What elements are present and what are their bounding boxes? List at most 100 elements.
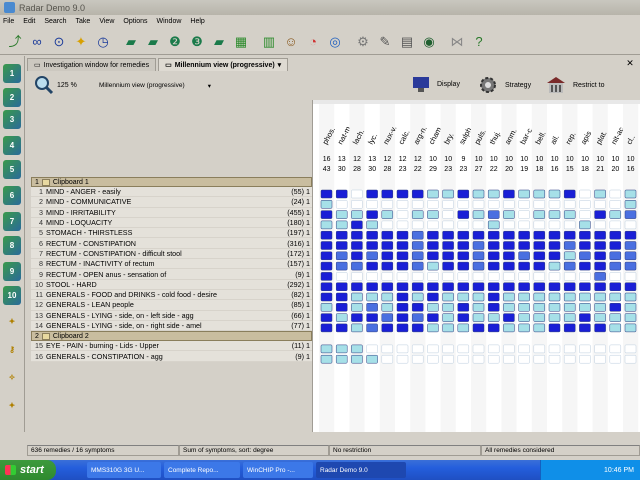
grade-cell[interactable] bbox=[427, 344, 439, 354]
grade-cell[interactable] bbox=[366, 272, 378, 281]
grade-cell[interactable] bbox=[533, 313, 546, 322]
zoom-button[interactable] bbox=[33, 74, 55, 96]
grade-cell[interactable] bbox=[427, 189, 439, 199]
grid-icon[interactable]: ▦ bbox=[232, 32, 250, 50]
grade-cell[interactable] bbox=[442, 344, 454, 354]
grade-cell[interactable] bbox=[487, 200, 500, 209]
book-3-icon[interactable]: ❸ bbox=[188, 32, 206, 50]
grade-cell[interactable] bbox=[609, 210, 622, 219]
book-2-icon[interactable]: ❷ bbox=[166, 32, 184, 50]
grade-cell[interactable] bbox=[503, 210, 515, 219]
grade-cell[interactable] bbox=[472, 344, 485, 354]
grade-cell[interactable] bbox=[503, 241, 515, 250]
grade-cell[interactable] bbox=[518, 220, 530, 230]
grade-cell[interactable] bbox=[335, 313, 348, 322]
book-icon[interactable]: ▰ bbox=[210, 32, 228, 50]
grade-cell[interactable] bbox=[396, 220, 409, 230]
grade-cell[interactable] bbox=[396, 241, 409, 250]
grade-cell[interactable] bbox=[427, 251, 439, 261]
grade-cell[interactable] bbox=[472, 323, 485, 333]
grade-cell[interactable] bbox=[533, 210, 546, 219]
grade-cell[interactable] bbox=[411, 251, 424, 261]
grade-cell[interactable] bbox=[533, 354, 546, 364]
grade-cell[interactable] bbox=[351, 354, 363, 364]
grade-cell[interactable] bbox=[594, 189, 606, 199]
grade-cell[interactable] bbox=[548, 323, 561, 333]
grade-cell[interactable] bbox=[548, 354, 561, 364]
grade-cell[interactable] bbox=[396, 282, 409, 291]
menu-options[interactable]: Options bbox=[123, 18, 147, 25]
book-6-icon[interactable]: 6 bbox=[3, 186, 21, 205]
grade-cell[interactable] bbox=[503, 323, 515, 333]
grade-cell[interactable] bbox=[427, 313, 439, 322]
grade-cell[interactable] bbox=[594, 303, 606, 312]
grade-cell[interactable] bbox=[594, 210, 606, 219]
grade-cell[interactable] bbox=[366, 251, 378, 261]
grade-cell[interactable] bbox=[411, 241, 424, 250]
grade-cell[interactable] bbox=[411, 189, 424, 199]
grade-cell[interactable] bbox=[548, 230, 561, 240]
grade-cell[interactable] bbox=[503, 354, 515, 364]
grade-cell[interactable] bbox=[579, 210, 591, 219]
grade-cell[interactable] bbox=[487, 344, 500, 354]
grade-cell[interactable] bbox=[335, 200, 348, 209]
bulb-icon[interactable]: ✦ bbox=[3, 312, 21, 331]
grade-cell[interactable] bbox=[396, 230, 409, 240]
grade-cell[interactable] bbox=[503, 230, 515, 240]
grade-cell[interactable] bbox=[396, 189, 409, 199]
globe-icon[interactable]: ◉ bbox=[420, 32, 438, 50]
grade-cell[interactable] bbox=[624, 344, 637, 354]
grade-cell[interactable] bbox=[533, 220, 546, 230]
grade-cell[interactable] bbox=[366, 200, 378, 209]
grade-cell[interactable] bbox=[472, 251, 485, 261]
grade-cell[interactable] bbox=[594, 251, 606, 261]
menu-help[interactable]: Help bbox=[190, 18, 204, 25]
grade-cell[interactable] bbox=[381, 313, 394, 322]
grade-cell[interactable] bbox=[518, 313, 530, 322]
grade-cell[interactable] bbox=[411, 272, 424, 281]
grade-cell[interactable] bbox=[533, 261, 546, 271]
grade-cell[interactable] bbox=[381, 303, 394, 312]
grade-cell[interactable] bbox=[503, 189, 515, 199]
grade-cell[interactable] bbox=[472, 210, 485, 219]
grade-cell[interactable] bbox=[396, 210, 409, 219]
grade-cell[interactable] bbox=[563, 241, 576, 250]
grade-cell[interactable] bbox=[442, 251, 454, 261]
grade-cell[interactable] bbox=[351, 272, 363, 281]
grade-cell[interactable] bbox=[563, 303, 576, 312]
grade-cell[interactable] bbox=[503, 292, 515, 302]
menu-window[interactable]: Window bbox=[157, 18, 182, 25]
grade-cell[interactable] bbox=[624, 303, 637, 312]
book-icon[interactable]: ▰ bbox=[122, 32, 140, 50]
grade-cell[interactable] bbox=[487, 272, 500, 281]
grade-cell[interactable] bbox=[366, 189, 378, 199]
grade-cell[interactable] bbox=[457, 282, 470, 291]
grade-cell[interactable] bbox=[351, 323, 363, 333]
grade-cell[interactable] bbox=[579, 251, 591, 261]
grade-cell[interactable] bbox=[335, 261, 348, 271]
tab-millennium[interactable]: ▭ Millennium view (progressive) ▾ bbox=[158, 58, 289, 71]
grade-cell[interactable] bbox=[548, 272, 561, 281]
grade-cell[interactable] bbox=[472, 230, 485, 240]
grade-cell[interactable] bbox=[548, 241, 561, 250]
grade-cell[interactable] bbox=[457, 354, 470, 364]
grade-cell[interactable] bbox=[366, 313, 378, 322]
strategy-button[interactable]: Strategy bbox=[477, 74, 531, 96]
grade-cell[interactable] bbox=[442, 220, 454, 230]
grade-cell[interactable] bbox=[427, 292, 439, 302]
grade-cell[interactable] bbox=[366, 292, 378, 302]
grade-cell[interactable] bbox=[609, 261, 622, 271]
grade-cell[interactable] bbox=[366, 344, 378, 354]
binoculars-icon[interactable]: ∞ bbox=[28, 32, 46, 50]
grade-cell[interactable] bbox=[427, 272, 439, 281]
menu-take[interactable]: Take bbox=[76, 18, 91, 25]
grade-cell[interactable] bbox=[442, 313, 454, 322]
grade-cell[interactable] bbox=[609, 220, 622, 230]
grade-cell[interactable] bbox=[487, 303, 500, 312]
grade-cell[interactable] bbox=[381, 344, 394, 354]
grade-cell[interactable] bbox=[624, 354, 637, 364]
grade-cell[interactable] bbox=[503, 282, 515, 291]
doc-icon[interactable]: ▤ bbox=[398, 32, 416, 50]
symptom-row[interactable]: 11 GENERALS - FOOD and DRINKS - cold food… bbox=[31, 289, 312, 301]
grade-cell[interactable] bbox=[427, 200, 439, 209]
